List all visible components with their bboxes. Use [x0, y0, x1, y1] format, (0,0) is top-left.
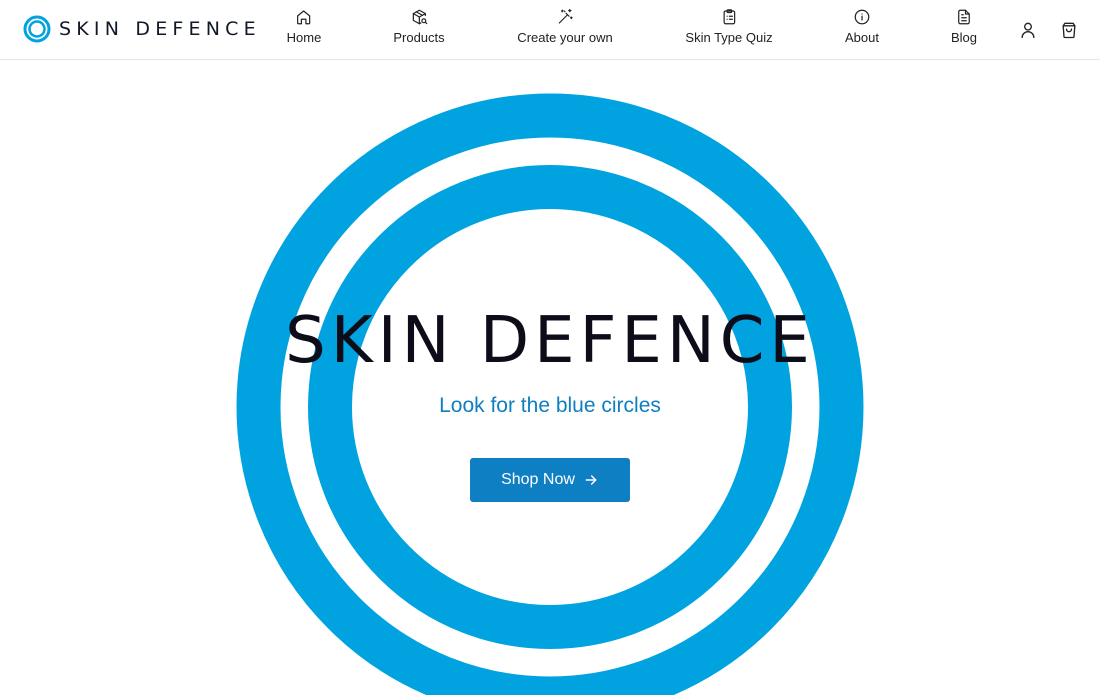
clipboard-list-icon — [723, 9, 735, 25]
brand-logo[interactable]: SKIN DEFENCE — [23, 15, 261, 43]
nav-item-blog[interactable]: Blog — [951, 8, 977, 52]
cart-button[interactable] — [1059, 20, 1079, 40]
shop-now-button[interactable]: Shop Now — [470, 458, 630, 502]
arrow-right-icon — [585, 475, 597, 485]
nav-label-create-your-own: Create your own — [517, 30, 613, 45]
nav-item-home[interactable]: Home — [286, 8, 322, 52]
magic-wand-icon — [558, 8, 573, 24]
nav-label-products: Products — [393, 30, 445, 45]
nav-label-about: About — [845, 30, 879, 45]
account-button[interactable] — [1018, 20, 1038, 40]
home-icon — [297, 10, 311, 25]
nav-label-blog: Blog — [950, 30, 978, 45]
hero-title: SKIN DEFENCE — [285, 304, 815, 378]
shop-now-label: Shop Now — [501, 471, 575, 488]
hero-subtitle: Look for the blue circles — [439, 394, 661, 417]
nav-item-about[interactable]: About — [845, 8, 879, 52]
nav-item-create-your-own[interactable]: Create your own — [517, 8, 613, 52]
package-search-icon — [412, 9, 427, 25]
blue-circle-logo-icon — [23, 15, 51, 43]
nav-label-home: Home — [286, 30, 322, 45]
nav-label-skin-type-quiz: Skin Type Quiz — [685, 30, 773, 45]
nav-item-products[interactable]: Products — [393, 8, 445, 52]
nav-item-skin-type-quiz[interactable]: Skin Type Quiz — [685, 8, 773, 52]
document-icon — [958, 9, 970, 25]
site-header: SKIN DEFENCE Home Products Create your o… — [0, 0, 1100, 60]
info-icon — [854, 9, 870, 25]
user-icon — [1021, 22, 1035, 39]
brand-name: SKIN DEFENCE — [59, 18, 261, 40]
shopping-bag-icon — [1062, 22, 1076, 39]
hero-section: SKIN DEFENCE Look for the blue circles S… — [0, 60, 1100, 695]
